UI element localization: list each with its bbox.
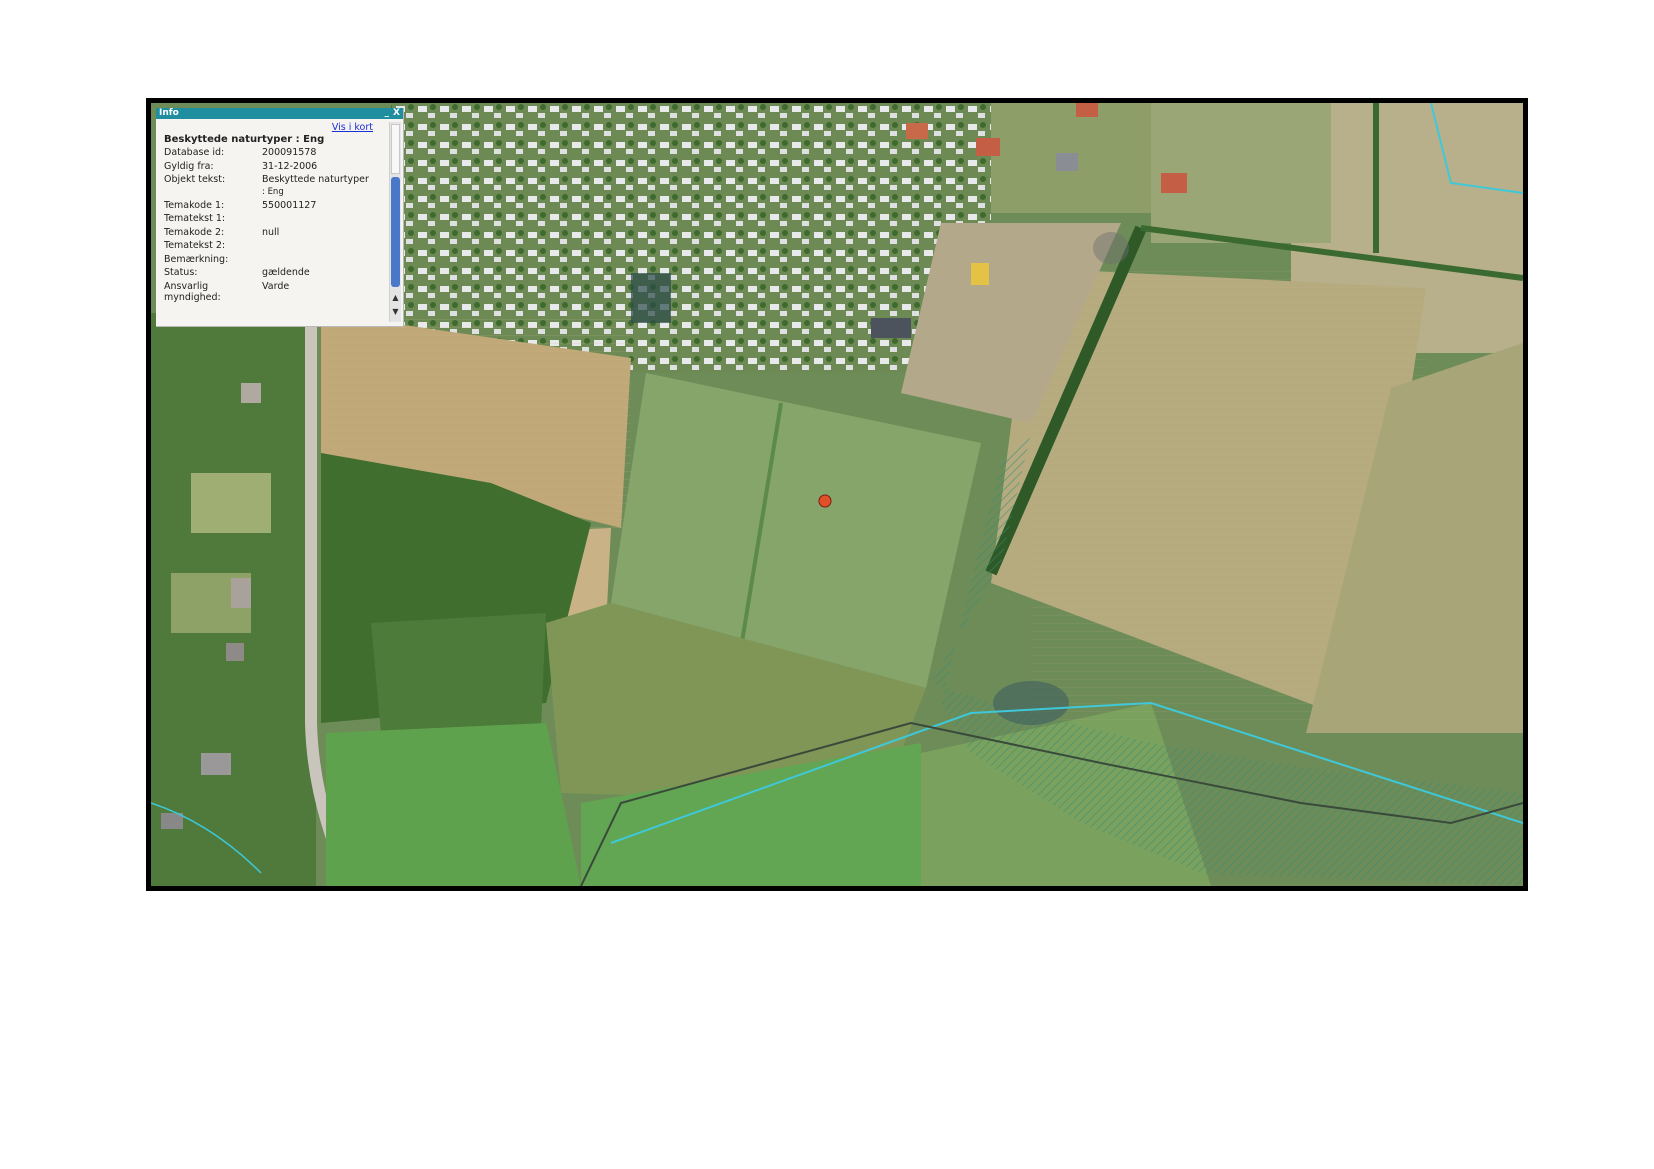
info-row: Tematekst 1:: [164, 213, 385, 225]
minimize-icon[interactable]: _: [385, 108, 390, 119]
info-value: 31-12-2006: [262, 160, 318, 172]
info-label: Database id:: [164, 147, 225, 158]
info-row: Ansvarlig myndighed: Varde: [164, 281, 385, 303]
info-row: Gyldig fra: 31-12-2006: [164, 161, 385, 173]
info-label: Objekt tekst:: [164, 174, 226, 185]
info-value: Varde: [262, 280, 290, 292]
map-view[interactable]: Info _ X Vis i kort Beskyttede naturtype…: [146, 98, 1528, 891]
info-row: Tematekst 2:: [164, 240, 385, 252]
info-value: [262, 240, 385, 252]
scroll-track-top: [391, 124, 400, 174]
info-value: 550001127: [262, 199, 317, 211]
scroll-down-icon[interactable]: ▼: [390, 306, 401, 318]
info-label: Ansvarlig myndighed:: [164, 281, 262, 303]
info-value-line: Beskyttede naturtyper: [262, 174, 369, 185]
info-heading: Beskyttede naturtyper : Eng: [164, 134, 325, 145]
info-label-line: myndighed:: [164, 291, 221, 303]
info-value: 200091578: [262, 147, 317, 158]
info-label: Temakode 2:: [164, 226, 225, 238]
info-label: Status:: [164, 267, 198, 278]
info-scrollbar[interactable]: ▲ ▼: [389, 122, 401, 322]
info-label: Temakode 1:: [164, 199, 225, 211]
info-row: Temakode 1: 550001127: [164, 200, 385, 212]
info-label-line: Ansvarlig: [164, 280, 209, 292]
scroll-thumb[interactable]: [391, 177, 400, 287]
info-label: Tematekst 2:: [164, 240, 226, 251]
info-value: null: [262, 226, 280, 238]
info-value-line: : Eng: [262, 187, 284, 197]
close-icon[interactable]: X: [393, 108, 400, 119]
info-value: Beskyttede naturtyper : Eng: [262, 174, 385, 198]
info-row: Objekt tekst: Beskyttede naturtyper : En…: [164, 174, 385, 198]
info-value: [262, 213, 385, 225]
info-label: Gyldig fra:: [164, 160, 214, 172]
info-value: [262, 254, 385, 266]
info-row: Database id: 200091578: [164, 147, 385, 159]
info-value: gældende: [262, 267, 310, 278]
selected-point-marker[interactable]: [818, 494, 832, 508]
show-on-map-link[interactable]: Vis i kort: [164, 122, 373, 133]
info-title: Info: [159, 108, 179, 118]
info-content: Vis i kort Beskyttede naturtyper : Eng D…: [164, 122, 385, 324]
info-titlebar[interactable]: Info _ X: [156, 108, 403, 119]
info-window: Info _ X Vis i kort Beskyttede naturtype…: [156, 108, 404, 327]
info-row: Bemærkning:: [164, 254, 385, 266]
scroll-up-icon[interactable]: ▲: [390, 292, 401, 304]
info-label: Tematekst 1:: [164, 213, 226, 224]
info-row: Temakode 2: null: [164, 227, 385, 239]
info-row: Status: gældende: [164, 267, 385, 279]
info-label: Bemærkning:: [164, 253, 229, 265]
